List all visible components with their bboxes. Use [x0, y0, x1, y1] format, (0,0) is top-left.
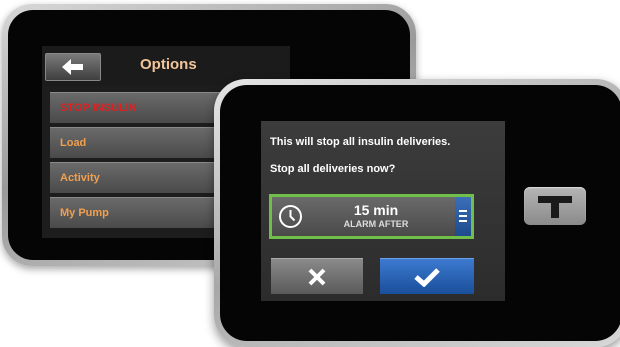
x-icon — [308, 268, 326, 286]
list-icon — [459, 210, 467, 212]
confirm-button[interactable] — [380, 258, 474, 294]
confirm-message: This will stop all insulin deliveries. — [270, 136, 451, 148]
alarm-value: 15 min — [353, 202, 399, 218]
t-logo-icon — [524, 187, 586, 225]
front-device: This will stop all insulin deliveries. S… — [214, 79, 620, 347]
arrow-left-icon — [62, 59, 83, 75]
stop-insulin-screen: This will stop all insulin deliveries. S… — [261, 121, 505, 301]
alarm-options-button[interactable] — [455, 197, 471, 236]
confirm-question: Stop all deliveries now? — [270, 163, 396, 175]
alarm-after-selector[interactable]: 15 min ALARM AFTER — [269, 194, 474, 239]
alarm-label: ALARM AFTER — [343, 219, 409, 229]
list-icon-line — [459, 215, 467, 217]
options-title: Options — [140, 56, 197, 73]
clock-icon — [279, 205, 302, 228]
checkmark-icon — [414, 268, 440, 287]
cancel-button[interactable] — [271, 258, 363, 294]
list-icon-line — [459, 220, 467, 222]
back-button[interactable] — [45, 53, 101, 81]
